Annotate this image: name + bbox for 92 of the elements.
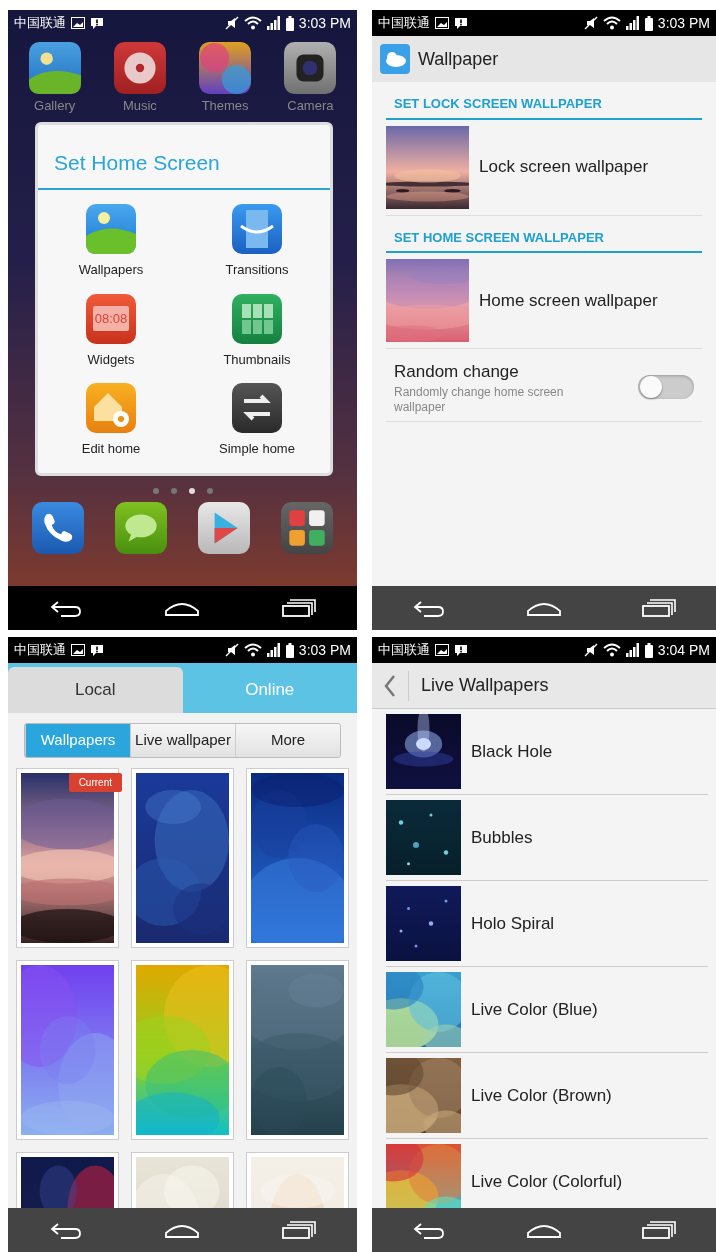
back-icon[interactable] [48,1221,83,1239]
clock-time: 3:03 PM [298,640,351,660]
recents-icon[interactable] [642,599,676,617]
back-chevron-icon[interactable] [384,674,396,697]
wallpaper-option[interactable]: Lock screen wallpaper [479,154,649,180]
alert-bubble-icon [90,16,104,30]
section-heading: SET HOME SCREEN WALLPAPER [386,215,702,253]
recents-icon[interactable] [282,1221,317,1239]
signal-icon [266,643,281,657]
clock-time: 3:04 PM [657,640,710,660]
app-label[interactable]: Themes [201,96,249,116]
mute-icon [224,643,239,657]
image-icon [71,644,85,656]
page-dot[interactable] [170,487,177,494]
live-wallpaper-name[interactable]: Bubbles [471,824,533,851]
screen-title: Live Wallpapers [421,674,549,697]
screen-title: Wallpaper [418,47,499,71]
image-icon [435,644,449,656]
option-label[interactable]: Transitions [225,260,289,280]
live-wallpaper-name[interactable]: Live Color (Brown) [471,1082,612,1109]
setting-description: Randomly change home screen wallpaper [394,384,565,415]
camera-icon[interactable] [284,42,337,94]
home-icon[interactable] [526,600,562,616]
option-label[interactable]: Wallpapers [78,260,144,280]
live-wallpaper-name[interactable]: Live Color (Colorful) [471,1168,623,1195]
option-label[interactable]: Edit home [81,439,141,459]
app-label[interactable]: Camera [287,96,334,116]
live-wallpaper-name[interactable]: Live Color (Blue) [471,996,598,1023]
home-icon[interactable] [164,600,201,616]
signal-icon [266,16,281,30]
tab[interactable]: Local [8,667,183,713]
app-label[interactable]: Gallery [34,96,76,116]
wifi-icon [243,16,262,30]
cloud-icon [380,44,410,74]
clock-digits: 08:08 [92,305,130,332]
recents-icon[interactable] [642,1221,676,1239]
option-label[interactable]: Widgets [87,349,135,369]
live-wallpaper-name[interactable]: Holo Spiral [471,910,555,937]
battery-icon [644,642,653,658]
clock-time: 3:03 PM [657,13,710,33]
carrier-name: 中国联通 [14,641,66,660]
back-icon[interactable] [48,599,83,617]
toggle-switch[interactable] [638,374,694,399]
battery-icon [285,15,294,31]
segment-button[interactable]: More [235,724,340,757]
grid-icon[interactable] [232,293,282,344]
dialog-title: Set Home Screen [38,124,330,190]
home-icon[interactable] [164,1222,201,1238]
carrier-name: 中国联通 [14,14,66,33]
battery-icon [644,15,653,31]
signal-icon [625,16,640,30]
segment-button[interactable]: Live wallpaper [130,724,235,757]
carrier-name: 中国联通 [378,14,430,33]
alert-bubble-icon [454,643,468,657]
page-dot[interactable] [152,487,159,494]
option-label[interactable]: Simple home [219,439,295,459]
wallpaper-thumbnail[interactable]: Current [16,767,119,948]
wifi-icon [602,16,621,30]
recents-icon[interactable] [282,599,317,617]
mute-icon [583,16,598,30]
chat-bubble-icon[interactable] [114,501,167,554]
page-dot[interactable] [206,487,213,494]
swap-arrows-icon[interactable] [232,383,282,433]
alert-bubble-icon [90,643,104,657]
wifi-icon [602,643,621,657]
back-icon[interactable] [412,1221,446,1239]
wifi-icon [243,643,262,657]
back-icon[interactable] [412,599,446,617]
page-dot[interactable] [188,487,195,494]
mute-icon [583,643,598,657]
carrier-name: 中国联通 [378,641,430,660]
signal-icon [625,643,640,657]
app-label[interactable]: Music [122,96,157,116]
alert-bubble-icon [454,16,468,30]
phone-icon[interactable] [31,501,84,554]
wallpaper-option[interactable]: Home screen wallpaper [479,287,658,314]
color-swatch-icon[interactable] [199,42,252,94]
image-icon [435,17,449,29]
home-icon[interactable] [526,1222,562,1238]
app-folder-icon[interactable] [281,501,334,554]
swap-panels-icon[interactable] [232,204,282,254]
battery-icon [285,642,294,658]
option-label[interactable]: Thumbnails [223,349,291,369]
mute-icon [224,16,239,30]
setting-title: Random change [394,361,520,383]
house-gear-icon[interactable] [86,383,136,433]
landscape-icon[interactable] [28,42,81,94]
clock-time: 3:03 PM [298,13,351,33]
image-icon [71,17,85,29]
live-wallpaper-name[interactable]: Black Hole [471,738,553,765]
section-heading: SET LOCK SCREEN WALLPAPER [386,82,702,120]
current-tag: Current [68,772,122,792]
